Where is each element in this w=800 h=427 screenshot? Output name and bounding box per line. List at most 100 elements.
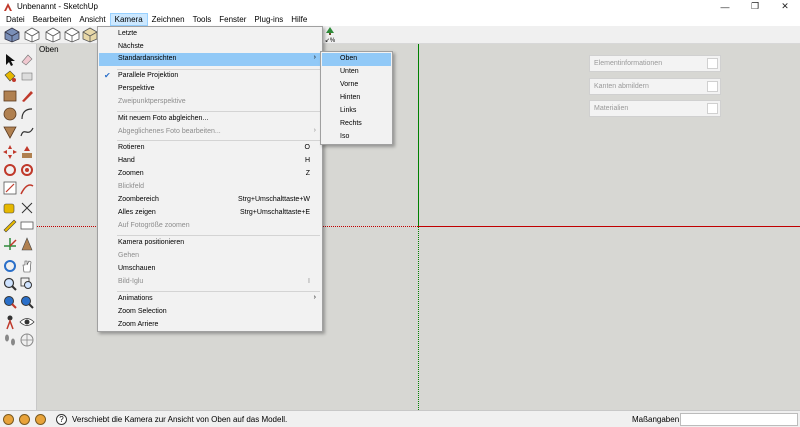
scale-tool[interactable] — [2, 180, 18, 196]
zoom-extents-tool[interactable] — [2, 294, 18, 310]
menu-plugins[interactable]: Plug-ins — [250, 13, 287, 26]
offset-icon — [20, 184, 34, 195]
top-view-button[interactable] — [24, 27, 40, 43]
front-view-button[interactable] — [45, 27, 61, 43]
submenu-item-oben[interactable]: Oben — [322, 53, 391, 66]
menu-item-gehen[interactable]: Gehen — [99, 250, 321, 263]
menu-item-zoombereich[interactable]: Zoombereich Strg+Umschalttaste+W — [99, 194, 321, 207]
maximize-button[interactable]: ❐ — [740, 0, 770, 13]
menu-item-zoom-selection[interactable]: Zoom Selection — [99, 306, 321, 319]
offset-tool[interactable] — [19, 180, 35, 196]
expand-panel-button[interactable] — [707, 81, 718, 92]
zoom-window-tool[interactable] — [19, 276, 35, 292]
minimize-button[interactable]: — — [710, 0, 740, 13]
menu-item-zweipunktperspektive[interactable]: Zweipunktperspektive — [99, 96, 321, 109]
submenu-item-links[interactable]: Links — [322, 105, 391, 118]
menu-item-label: Bild-Iglu — [118, 278, 144, 285]
menu-zeichnen[interactable]: Zeichnen — [148, 13, 189, 26]
expand-panel-button[interactable] — [707, 58, 718, 69]
menu-item-parallele-projektion[interactable]: ✔ Parallele Projektion — [99, 70, 321, 83]
submenu-item-unten[interactable]: Unten — [322, 66, 391, 79]
orbit-tool[interactable] — [2, 258, 18, 274]
move-tool[interactable] — [2, 144, 18, 160]
zoom-tool[interactable] — [2, 276, 18, 292]
menu-item-animations[interactable]: Animations › — [99, 293, 321, 306]
pan-tool[interactable] — [19, 258, 35, 274]
rotate-icon — [4, 164, 16, 176]
entity-info-panel[interactable]: Elementinformationen — [589, 55, 721, 72]
menu-item-blickfeld[interactable]: Blickfeld — [99, 181, 321, 194]
right-view-button[interactable] — [64, 27, 80, 43]
axes-tool[interactable] — [19, 200, 35, 216]
previous-view-tool[interactable] — [19, 294, 35, 310]
position-camera-tool[interactable] — [2, 314, 18, 330]
menu-item-label: Abgeglichenes Foto bearbeiten... — [118, 128, 221, 135]
submenu-arrow-icon: › — [313, 294, 316, 301]
push-pull-tool[interactable] — [19, 144, 35, 160]
menu-item-bild-iglu[interactable]: Bild-Iglu I — [99, 276, 321, 289]
zoom-extents-button[interactable]: ↙% — [322, 27, 338, 44]
menu-item-kamera-positionieren[interactable]: Kamera positionieren — [99, 237, 321, 250]
menu-kamera[interactable]: Kamera — [109, 13, 148, 26]
3d-text-tool[interactable] — [19, 236, 35, 252]
back-view-button[interactable] — [82, 27, 98, 43]
close-button[interactable]: ✕ — [770, 0, 800, 13]
expand-panel-button[interactable] — [707, 103, 718, 114]
menu-item-alles-zeigen[interactable]: Alles zeigen Strg+Umschalttaste+E — [99, 207, 321, 220]
line-tool[interactable] — [19, 88, 35, 104]
walk-tool[interactable] — [2, 332, 18, 348]
geo-location-icon[interactable] — [3, 414, 14, 425]
submenu-item-label: Rechts — [340, 120, 362, 127]
menu-item-zoom-arriere[interactable]: Zoom Arriere — [99, 319, 321, 332]
menu-item-perspektive[interactable]: Perspektive — [99, 83, 321, 96]
freehand-tool[interactable] — [19, 124, 35, 140]
protractor-tool[interactable] — [2, 218, 18, 234]
menu-tools[interactable]: Tools — [189, 13, 216, 26]
menu-item-fotogroesse-zoomen[interactable]: Auf Fotogröße zoomen — [99, 220, 321, 233]
menu-item-neues-foto-abgleichen[interactable]: Mit neuem Foto abgleichen... — [99, 113, 321, 126]
tape-tool[interactable] — [19, 68, 35, 84]
menu-fenster[interactable]: Fenster — [215, 13, 250, 26]
tape-measure-tool[interactable] — [2, 200, 18, 216]
circle-tool[interactable] — [2, 106, 18, 122]
menu-item-hand[interactable]: Hand H — [99, 155, 321, 168]
menu-item-label: Zoombereich — [118, 196, 159, 203]
menu-hilfe[interactable]: Hilfe — [287, 13, 311, 26]
shortcut-label: Strg+Umschalttaste+E — [239, 209, 310, 216]
submenu-item-iso[interactable]: Iso — [322, 131, 391, 144]
submenu-item-hinten[interactable]: Hinten — [322, 92, 391, 105]
rectangle-tool[interactable] — [2, 88, 18, 104]
menu-ansicht[interactable]: Ansicht — [75, 13, 109, 26]
credits-icon[interactable] — [19, 414, 30, 425]
user-icon[interactable] — [35, 414, 46, 425]
paint-bucket-tool[interactable] — [2, 68, 18, 84]
menu-datei[interactable]: Datei — [2, 13, 29, 26]
polygon-tool[interactable] — [2, 124, 18, 140]
menu-item-letzte[interactable]: Letzte — [99, 28, 321, 41]
measurements-input[interactable] — [680, 413, 798, 426]
menu-item-umschauen[interactable]: Umschauen — [99, 263, 321, 276]
soften-edges-panel[interactable]: Kanten abmildern — [589, 78, 721, 95]
submenu-item-vorne[interactable]: Vorne — [322, 79, 391, 92]
look-around-tool[interactable] — [19, 314, 35, 330]
text-tool[interactable] — [19, 218, 35, 234]
help-icon[interactable]: ? — [56, 414, 67, 425]
menu-item-standardansichten[interactable]: Standardansichten › — [99, 53, 321, 66]
menu-item-foto-bearbeiten[interactable]: Abgeglichenes Foto bearbeiten... › — [99, 126, 321, 139]
menu-item-rotieren[interactable]: Rotieren O — [99, 142, 321, 155]
iso-view-button[interactable] — [4, 27, 20, 43]
section-plane-tool[interactable] — [19, 332, 35, 348]
axes-move-tool[interactable] — [2, 236, 18, 252]
menu-bearbeiten[interactable]: Bearbeiten — [29, 13, 76, 26]
eraser-tool[interactable] — [19, 52, 35, 68]
green-axis — [418, 44, 419, 226]
menu-separator — [117, 291, 320, 292]
arc-tool[interactable] — [19, 106, 35, 122]
follow-me-tool[interactable] — [19, 162, 35, 178]
submenu-item-rechts[interactable]: Rechts — [322, 118, 391, 131]
rotate-tool[interactable] — [2, 162, 18, 178]
materials-panel[interactable]: Materialien — [589, 100, 721, 117]
section-plane-icon — [20, 333, 34, 347]
select-tool[interactable] — [2, 52, 18, 68]
menu-item-zoomen[interactable]: Zoomen Z — [99, 168, 321, 181]
